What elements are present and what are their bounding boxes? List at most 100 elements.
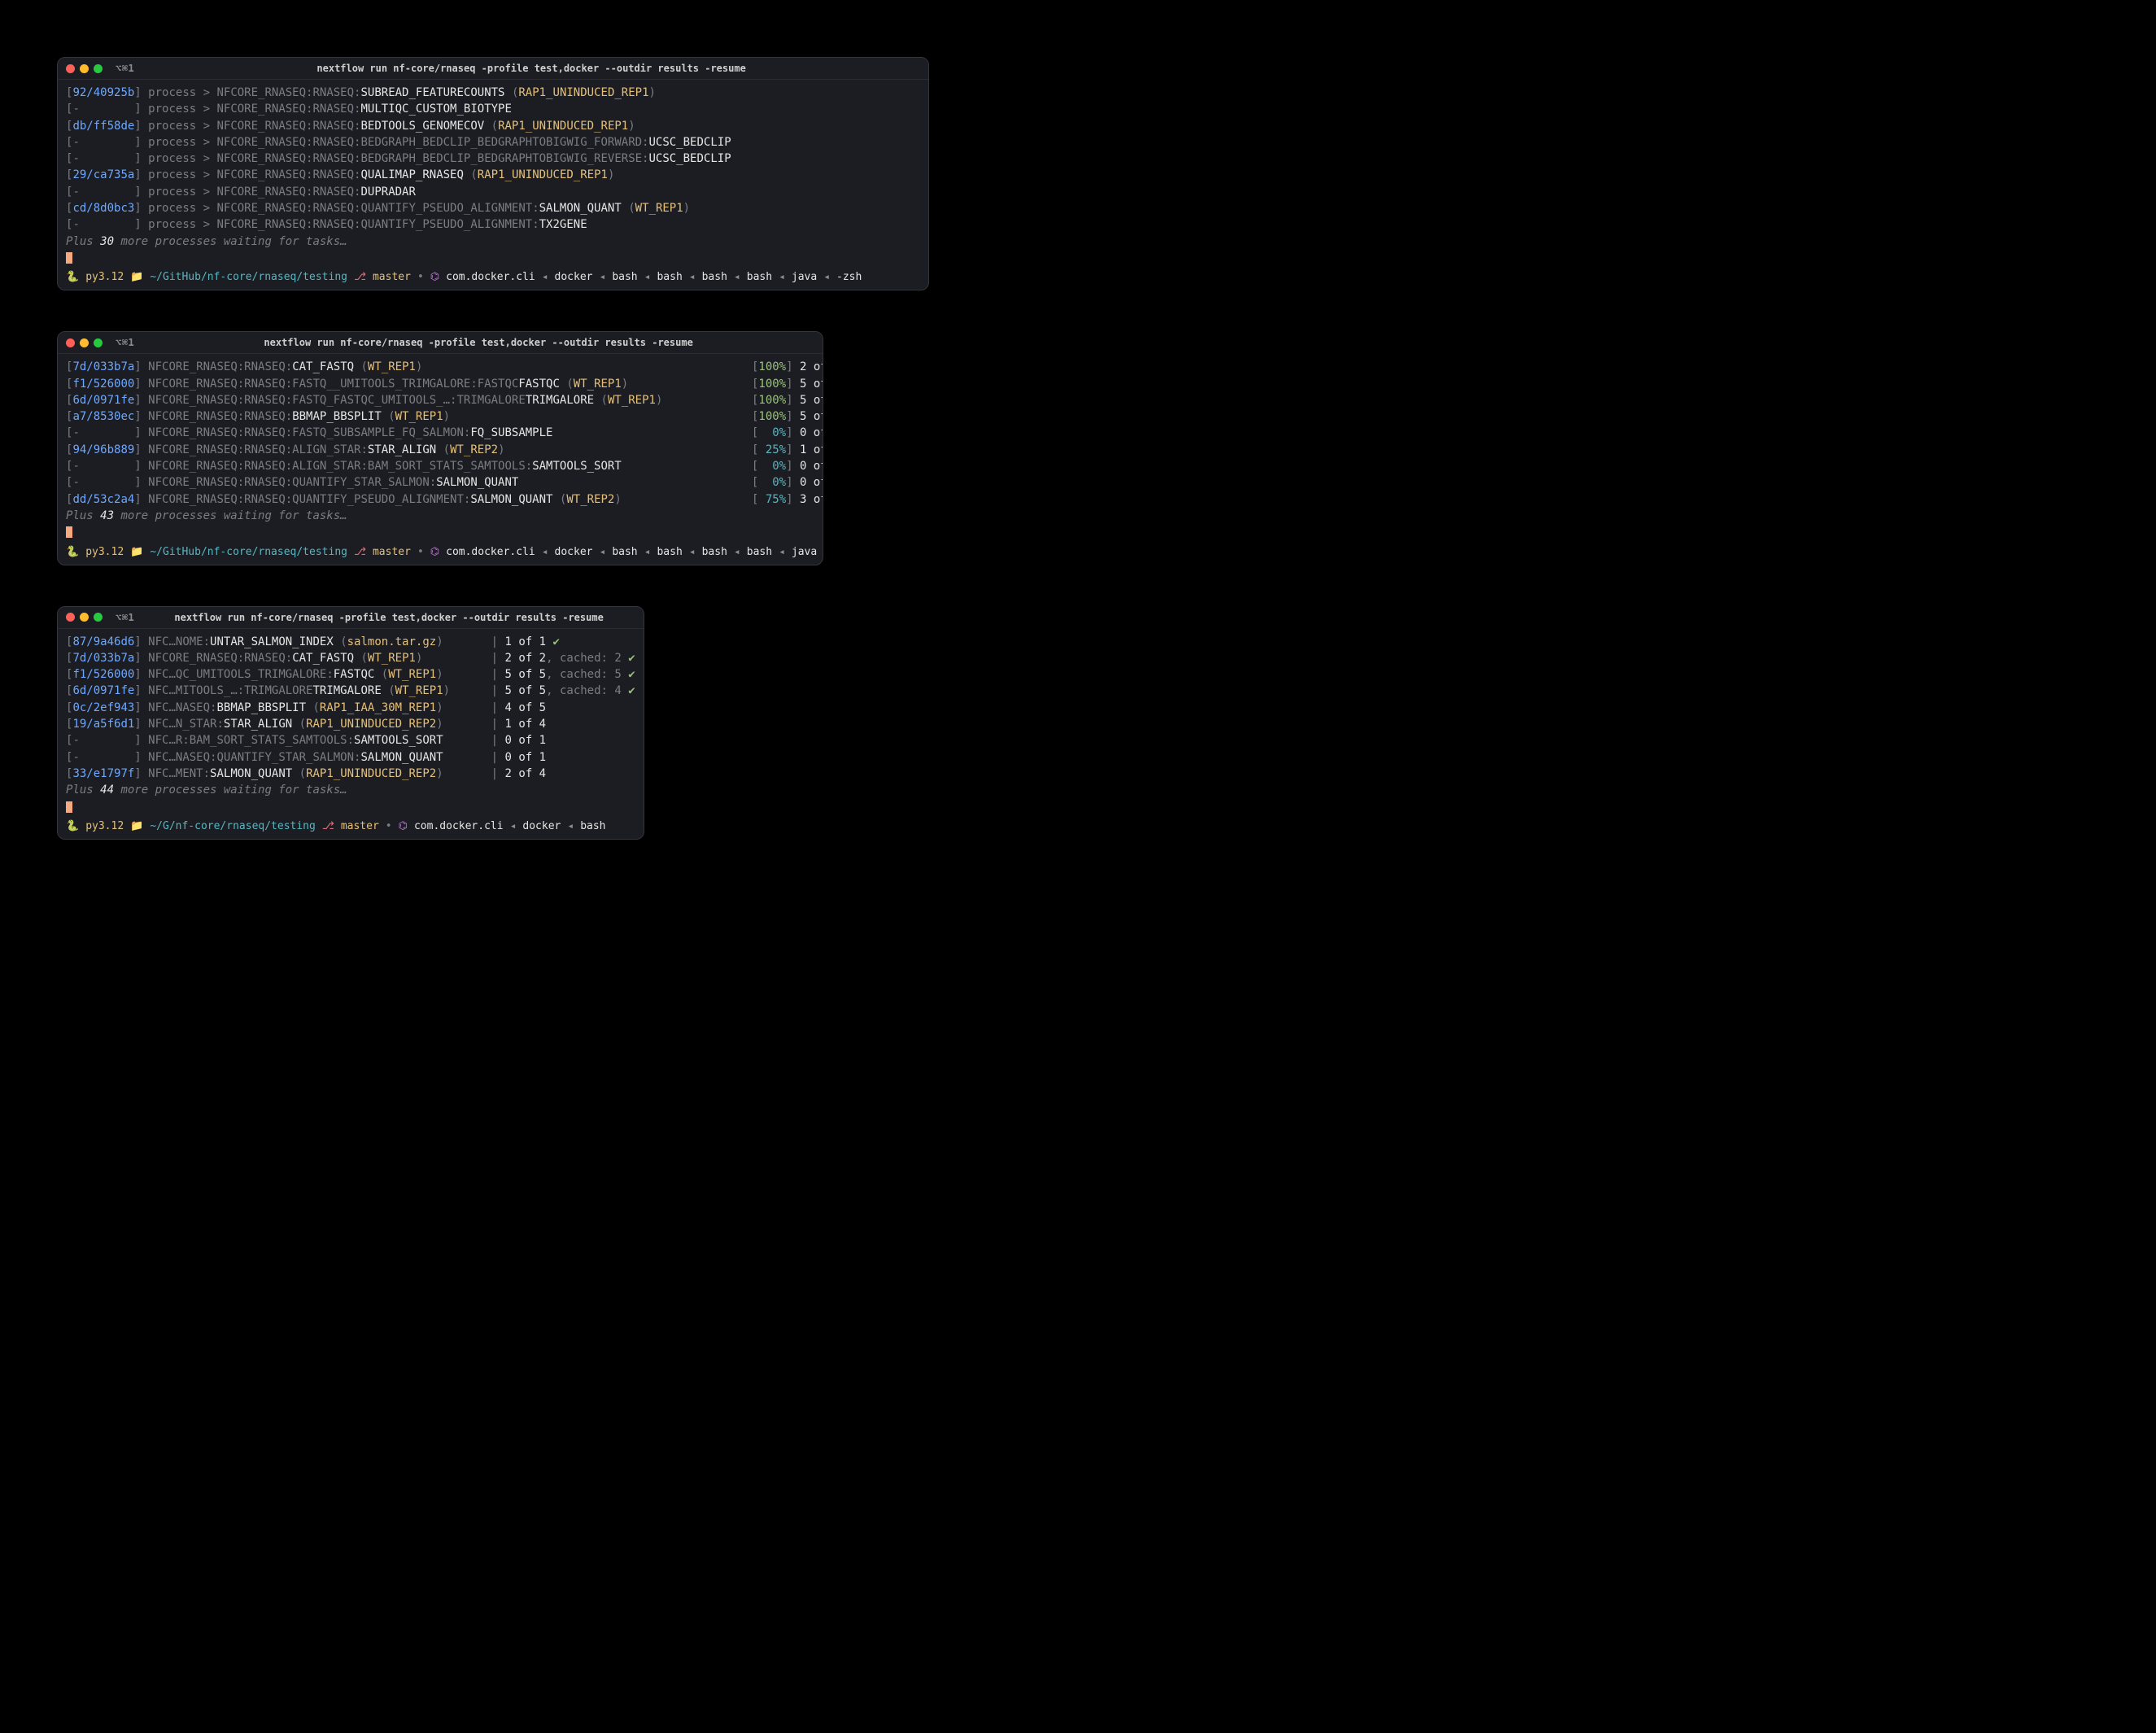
status-bar: 🐍 py3.12 📁 ~/GitHub/nf-core/rnaseq/testi… bbox=[58, 543, 823, 565]
titlebar[interactable]: ⌥⌘1 nextflow run nf-core/rnaseq -profile… bbox=[58, 607, 644, 629]
process-arg: WT_REP1 bbox=[368, 360, 416, 373]
bracket-icon: ] bbox=[134, 410, 141, 423]
process-name: SAMTOOLS_SORT bbox=[354, 734, 443, 747]
check-icon: ✔ bbox=[628, 652, 635, 665]
paren-icon: ) bbox=[436, 767, 443, 780]
close-icon[interactable] bbox=[66, 338, 75, 347]
process-count: 5 of 5 bbox=[800, 378, 823, 391]
bracket-icon: ] bbox=[786, 426, 792, 439]
process-label: process > bbox=[148, 218, 216, 231]
more-count: 44 bbox=[100, 784, 114, 797]
process-row: [- ] NFCORE_RNASEQ:RNASEQ:ALIGN_STAR:BAM… bbox=[66, 458, 814, 474]
process-row: [- ] process > NFCORE_RNASEQ:RNASEQ:BEDG… bbox=[66, 134, 920, 151]
process-hash: - bbox=[72, 751, 134, 764]
minimize-icon[interactable] bbox=[80, 64, 89, 73]
bracket-icon: ] bbox=[134, 426, 141, 439]
process-row: [94/96b889] NFCORE_RNASEQ:RNASEQ:ALIGN_S… bbox=[66, 442, 814, 458]
process-chain-item: java bbox=[792, 271, 817, 283]
process-path: NFC…NASEQ: bbox=[148, 701, 216, 714]
paren-icon: ( bbox=[601, 394, 608, 407]
process-name: BBMAP_BBSPLIT bbox=[292, 410, 382, 423]
zoom-icon[interactable] bbox=[94, 613, 103, 622]
process-name: SAMTOOLS_SORT bbox=[532, 460, 622, 473]
chevron-left-icon: ◂ bbox=[734, 546, 740, 558]
paren-icon: ) bbox=[443, 684, 450, 697]
process-hash: 6d/0971fe bbox=[72, 394, 134, 407]
pipe-icon: | bbox=[491, 684, 505, 697]
process-hash: 7d/033b7a bbox=[72, 360, 134, 373]
process-label: process > bbox=[148, 152, 216, 165]
process-label: process > bbox=[148, 202, 216, 215]
cwd: ~/GitHub/nf-core/rnaseq/testing bbox=[150, 546, 347, 558]
process-name: SALMON_QUANT bbox=[470, 493, 552, 506]
process-count: 0 of 1 bbox=[800, 460, 823, 473]
snake-icon: 🐍 bbox=[66, 271, 79, 283]
process-arg: WT_REP1 bbox=[635, 202, 683, 215]
zoom-icon[interactable] bbox=[94, 64, 103, 73]
process-name: FQ_SUBSAMPLE bbox=[470, 426, 552, 439]
process-count: 5 of 5 bbox=[800, 410, 823, 423]
bracket-icon: ] bbox=[134, 493, 141, 506]
process-row: [- ] process > NFCORE_RNASEQ:RNASEQ:BEDG… bbox=[66, 151, 920, 167]
process-hash: - bbox=[72, 426, 134, 439]
process-path: NFCORE_RNASEQ:RNASEQ:FASTQ_FASTQC_UMITOO… bbox=[148, 394, 526, 407]
chevron-left-icon: ◂ bbox=[823, 271, 830, 283]
process-arg: WT_REP1 bbox=[574, 378, 622, 391]
process-arg: RAP1_IAA_30M_REP1 bbox=[320, 701, 436, 714]
minimize-icon[interactable] bbox=[80, 613, 89, 622]
process-name: BEDTOOLS_GENOMECOV bbox=[360, 120, 484, 133]
titlebar[interactable]: ⌥⌘1 nextflow run nf-core/rnaseq -profile… bbox=[58, 58, 928, 80]
minimize-icon[interactable] bbox=[80, 338, 89, 347]
process-chain-item: docker bbox=[555, 546, 593, 558]
docker-icon: ⌬ bbox=[430, 271, 439, 283]
process-arg: salmon.tar.gz bbox=[347, 635, 437, 648]
docker-icon: ⌬ bbox=[430, 546, 439, 558]
chevron-left-icon: ◂ bbox=[644, 546, 651, 558]
terminal-window-2[interactable]: ⌥⌘1 nextflow run nf-core/rnaseq -profile… bbox=[57, 331, 823, 565]
folder-icon: 📁 bbox=[130, 271, 143, 283]
process-hash: db/ff58de bbox=[72, 120, 134, 133]
terminal-body[interactable]: [7d/033b7a] NFCORE_RNASEQ:RNASEQ:CAT_FAS… bbox=[58, 354, 823, 542]
terminal-window-3[interactable]: ⌥⌘1 nextflow run nf-core/rnaseq -profile… bbox=[57, 606, 644, 840]
terminal-window-1[interactable]: ⌥⌘1 nextflow run nf-core/rnaseq -profile… bbox=[57, 57, 929, 290]
bracket-icon: ] bbox=[134, 652, 141, 665]
process-path: NFCORE_RNASEQ:RNASEQ: bbox=[216, 86, 360, 99]
paren-icon: ) bbox=[628, 120, 635, 133]
process-hash: 33/e1797f bbox=[72, 767, 134, 780]
process-hash: f1/526000 bbox=[72, 668, 134, 681]
bracket-icon: ] bbox=[134, 394, 141, 407]
titlebar[interactable]: ⌥⌘1 nextflow run nf-core/rnaseq -profile… bbox=[58, 332, 823, 354]
process-label: process > bbox=[148, 168, 216, 181]
check-icon: ✔ bbox=[553, 635, 560, 648]
check-icon: ✔ bbox=[628, 668, 635, 681]
more-processes: Plus 30 more processes waiting for tasks… bbox=[66, 234, 920, 250]
process-path: NFCORE_RNASEQ:RNASEQ: bbox=[216, 103, 360, 116]
terminal-body[interactable]: [92/40925b] process > NFCORE_RNASEQ:RNAS… bbox=[58, 80, 928, 268]
cursor-icon bbox=[66, 526, 72, 538]
process-percent: 25% bbox=[758, 443, 786, 456]
process-path: NFCORE_RNASEQ:RNASEQ:FASTQ_SUBSAMPLE_FQ_… bbox=[148, 426, 470, 439]
status-bar: 🐍 py3.12 📁 ~/GitHub/nf-core/rnaseq/testi… bbox=[58, 268, 928, 290]
process-name: SALMON_QUANT bbox=[360, 751, 443, 764]
process-hash: - bbox=[72, 152, 134, 165]
paren-icon: ( bbox=[382, 668, 388, 681]
bracket-icon: ] bbox=[134, 718, 141, 731]
process-path: NFCORE_RNASEQ:RNASEQ:BEDGRAPH_BEDCLIP_BE… bbox=[216, 152, 648, 165]
docker-cli: com.docker.cli bbox=[414, 820, 504, 832]
zoom-icon[interactable] bbox=[94, 338, 103, 347]
chevron-left-icon: ◂ bbox=[600, 546, 606, 558]
process-count: 5 of 5 bbox=[505, 684, 547, 697]
process-path: NFCORE_RNASEQ:RNASEQ:ALIGN_STAR:BAM_SORT… bbox=[148, 460, 532, 473]
git-branch: master bbox=[373, 271, 411, 283]
bracket-icon: ] bbox=[134, 476, 141, 489]
process-row: [- ] process > NFCORE_RNASEQ:RNASEQ:QUAN… bbox=[66, 216, 920, 233]
terminal-body[interactable]: [87/9a46d6] NFC…NOME:UNTAR_SALMON_INDEX … bbox=[58, 629, 644, 817]
paren-icon: ( bbox=[299, 718, 306, 731]
close-icon[interactable] bbox=[66, 613, 75, 622]
bracket-icon: ] bbox=[786, 493, 792, 506]
pipe-icon: | bbox=[491, 668, 505, 681]
process-row: [- ] process > NFCORE_RNASEQ:RNASEQ:MULT… bbox=[66, 101, 920, 117]
process-label: process > bbox=[148, 186, 216, 199]
process-hash: - bbox=[72, 103, 134, 116]
close-icon[interactable] bbox=[66, 64, 75, 73]
